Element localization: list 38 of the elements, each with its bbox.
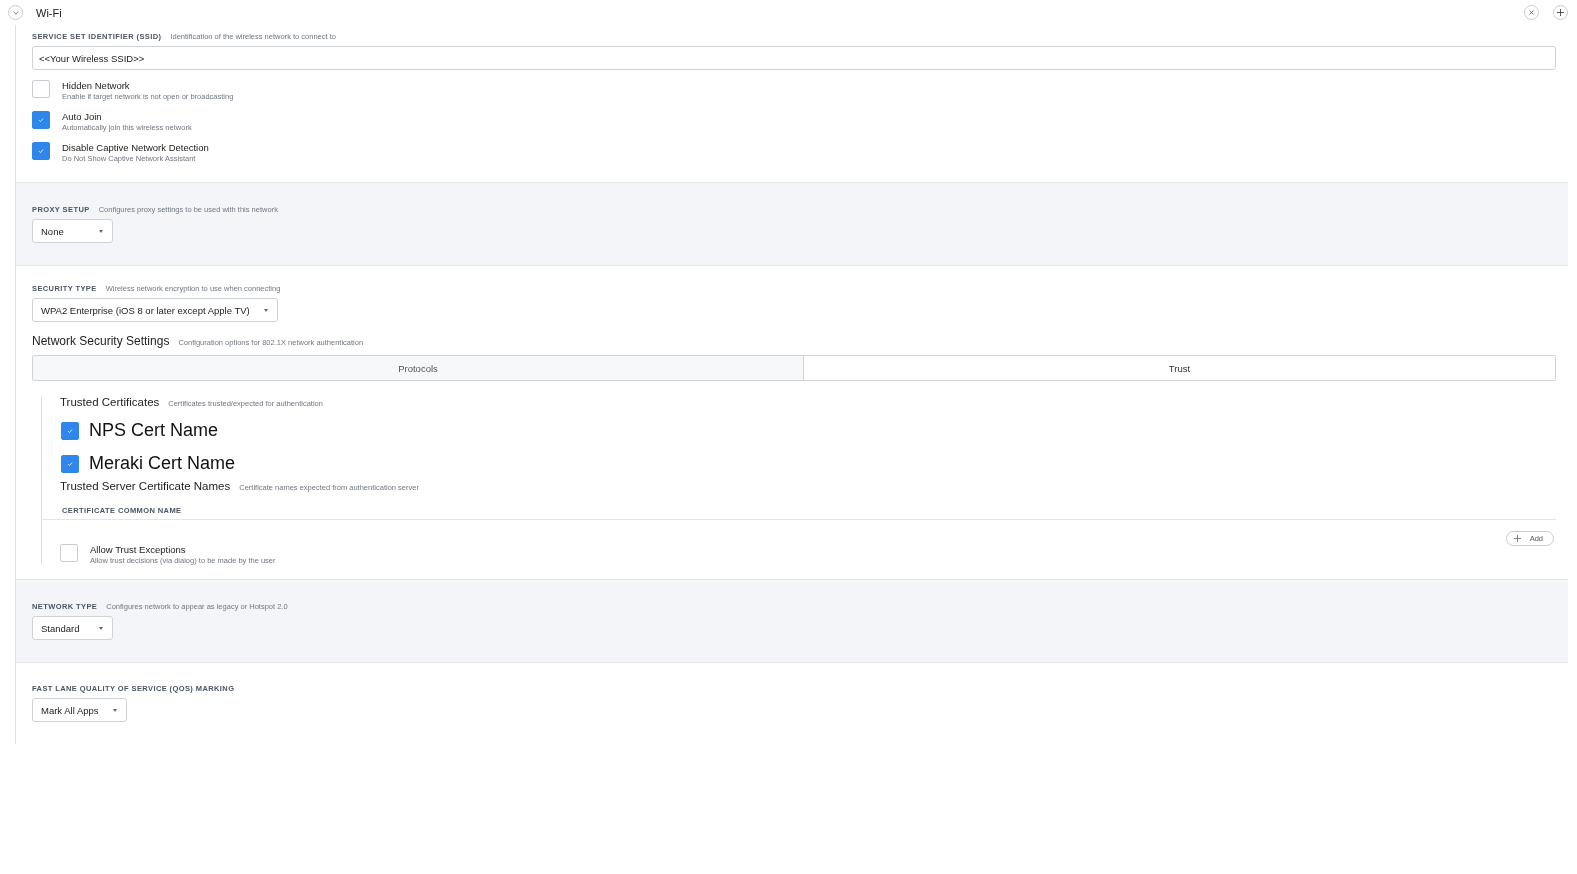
check-icon <box>37 147 45 155</box>
collapse-button[interactable] <box>8 5 23 20</box>
close-button[interactable] <box>1524 5 1539 20</box>
ssid-input-field[interactable]: <<Your Wireless SSID>> <box>32 46 1556 70</box>
close-icon <box>1529 10 1534 15</box>
caret-icon <box>112 708 117 712</box>
section-title: Network Security Settings <box>32 334 170 348</box>
option-label: Disable Captive Network Detection <box>62 142 209 153</box>
plus-icon <box>1513 535 1521 542</box>
checkbox[interactable] <box>32 80 50 98</box>
dropdown[interactable]: Mark All Apps <box>32 698 127 722</box>
dropdown[interactable]: None <box>32 219 113 243</box>
check-icon <box>66 426 74 435</box>
checkbox[interactable] <box>61 454 79 473</box>
dropdown[interactable]: Standard <box>32 616 113 640</box>
option-label: Auto Join <box>62 111 103 122</box>
option-label: Allow Trust Exceptions <box>90 544 187 555</box>
dropdown[interactable]: WPA2 Enterprise (iOS 8 or later except Apple TV) <box>32 298 278 322</box>
certificate-name: NPS Cert Name <box>89 420 219 441</box>
option-label: Hidden Network <box>62 80 131 91</box>
tab[interactable]: Protocols <box>33 356 803 380</box>
check-icon <box>37 116 45 124</box>
checkbox[interactable] <box>32 111 50 129</box>
subsection-title: Trusted Server Certificate Names <box>60 480 231 492</box>
panel-title: Wi-Fi <box>36 6 63 19</box>
checkbox[interactable] <box>61 421 79 440</box>
checkbox[interactable] <box>32 142 50 160</box>
tab[interactable]: Trust <box>803 356 1555 380</box>
checkbox[interactable] <box>60 544 78 562</box>
caret-icon <box>99 626 103 630</box>
certificate-name: Meraki Cert Name <box>89 453 236 474</box>
check-icon <box>66 459 74 468</box>
plus-icon <box>1557 9 1564 16</box>
add-button[interactable] <box>1553 5 1568 20</box>
caret-icon <box>263 308 268 312</box>
caret-icon <box>99 229 103 233</box>
subsection-title: Trusted Certificates <box>60 396 160 408</box>
chevron-down-icon <box>12 10 19 15</box>
